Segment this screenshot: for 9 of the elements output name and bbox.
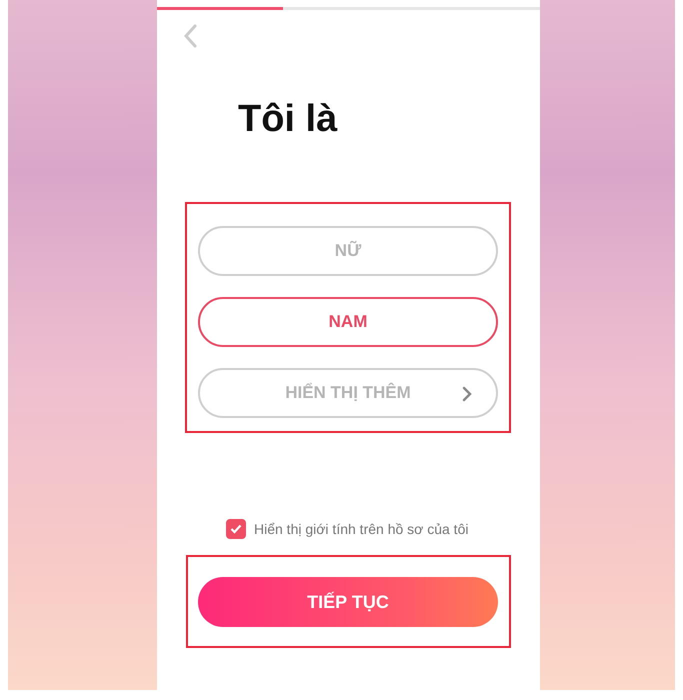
gender-option[interactable]: NỮ <box>198 226 498 276</box>
continue-button[interactable]: TIẾP TỤC <box>198 577 498 627</box>
gender-option[interactable]: NAM <box>198 297 498 347</box>
page-title: Tôi là <box>238 98 338 141</box>
chevron-icon <box>462 386 472 402</box>
checkmark-icon <box>230 524 242 534</box>
checkbox[interactable] <box>226 519 246 539</box>
checkbox-label: Hiển thị giới tính trên hồ sơ của tôi <box>254 521 468 537</box>
show-more-button[interactable]: HIỂN THỊ THÊM <box>198 368 498 418</box>
